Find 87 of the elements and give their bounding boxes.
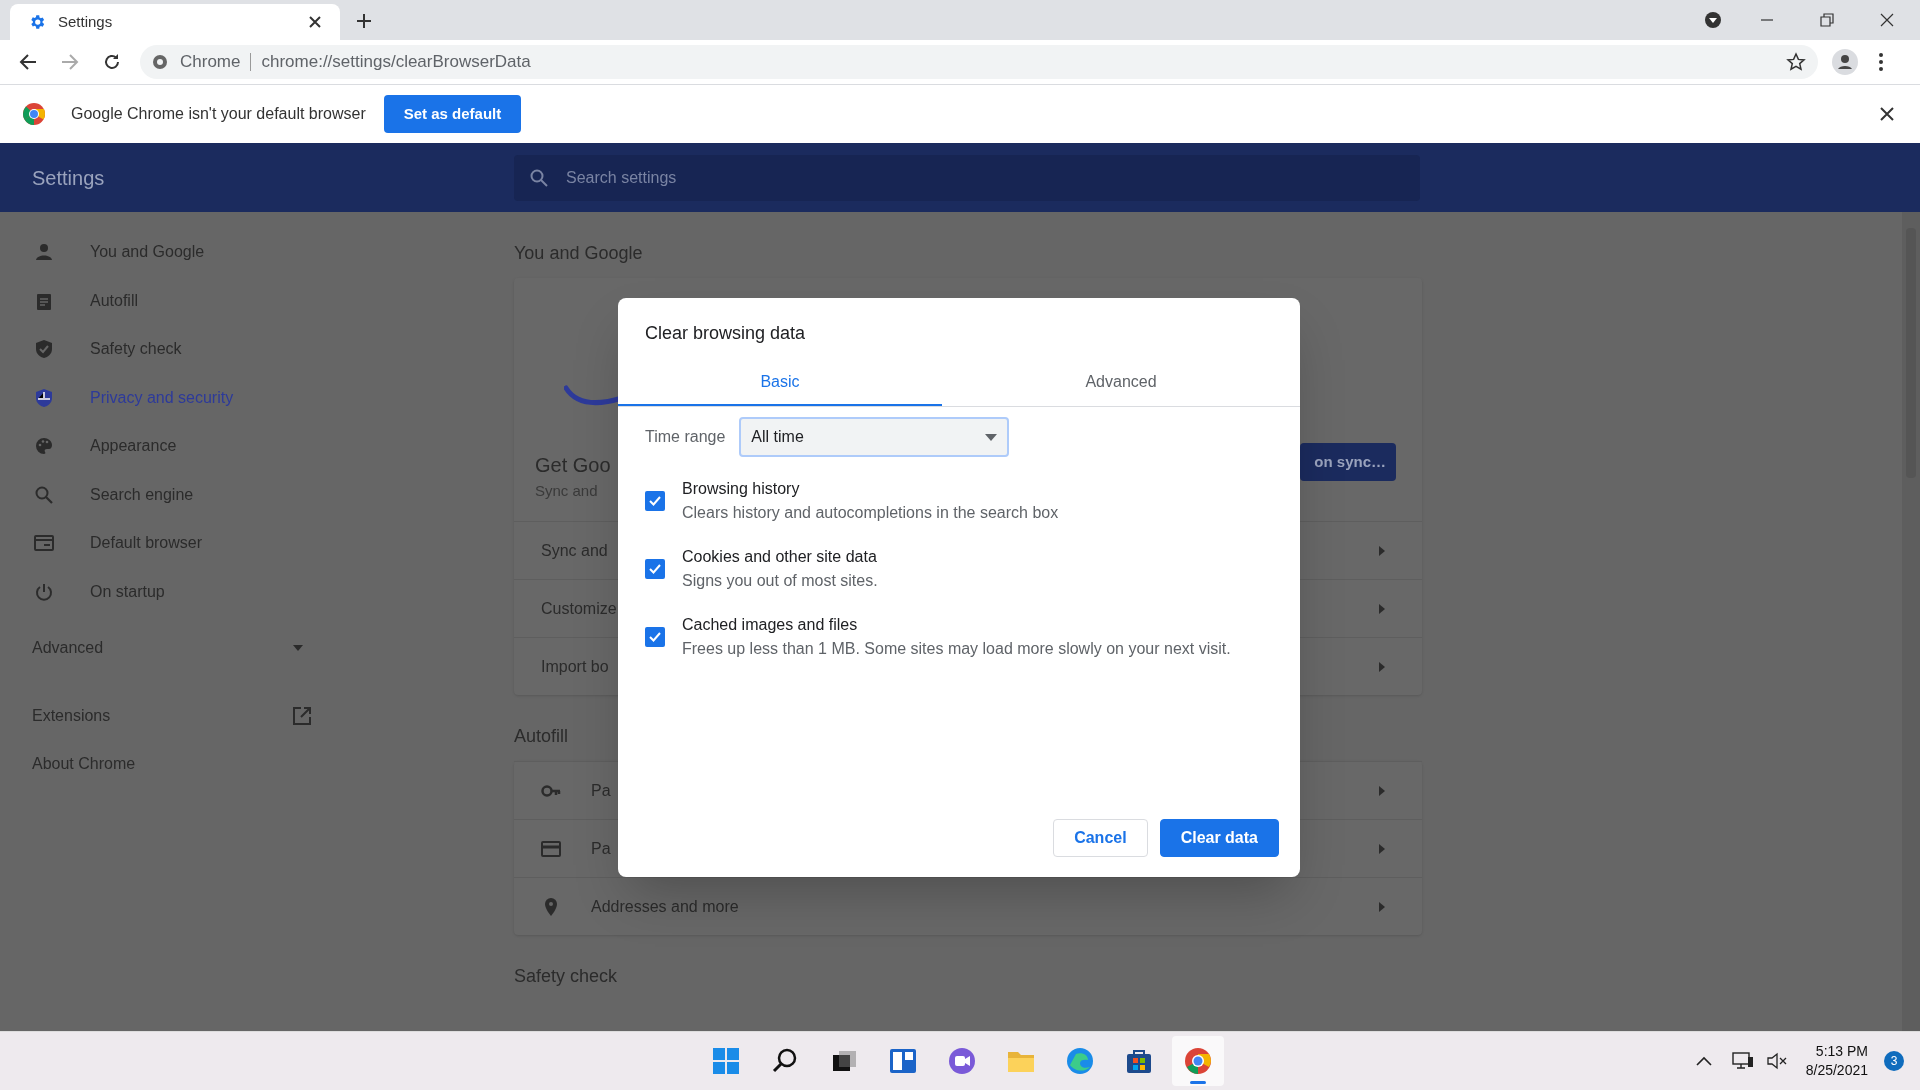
infobar-message: Google Chrome isn't your default browser [71,104,366,124]
caret-icon[interactable] [1379,603,1385,614]
address-bar[interactable]: Chrome chrome://settings/clearBrowserData [140,45,1818,79]
checkbox[interactable] [645,491,665,511]
forward-icon [60,52,80,72]
sidebar-item[interactable]: Autofill [90,288,139,313]
checkmark-icon [648,562,662,576]
palette-icon [34,436,54,457]
menu-icon[interactable] [1878,52,1884,72]
sidebar-item[interactable]: Appearance [90,434,177,459]
dialog-tab[interactable]: Basic [618,359,942,406]
power-icon [34,581,54,602]
sidebar-item[interactable]: You and Google [90,240,205,265]
notification-badge[interactable]: 3 [1884,1051,1904,1071]
sidebar-item[interactable]: Safety check [90,337,182,362]
person-icon [34,242,54,263]
url-text: chrome://settings/clearBrowserData [261,51,532,74]
option-title: Cached images and files [682,615,859,635]
section-heading: You and Google [514,242,644,265]
tab-title: Settings [58,11,114,32]
option-description: Signs you out of most sites. [682,571,878,591]
set-default-button[interactable]: Set as default [383,95,522,133]
checkmark-icon [648,494,662,508]
sidebar-link[interactable]: Extensions [32,704,292,728]
chrome-logo-icon [22,102,46,126]
clock-time[interactable]: 5:13 PM [1815,1042,1868,1061]
option-title: Browsing history [682,479,801,499]
option-title: Cookies and other site data [682,547,878,567]
muted-speaker-icon[interactable] [1765,1052,1788,1070]
sidebar-item[interactable]: On startup [90,579,165,604]
promo-title: Get Goo [535,453,611,478]
close-icon[interactable] [1880,13,1894,27]
clock-date[interactable]: 8/25/2021 [1805,1061,1868,1080]
option-description: Frees up less than 1 MB. Some sites may load more slowly on your next visit. [682,639,1231,659]
search-icon [530,168,548,187]
settings-title: Settings [32,165,106,191]
search-input[interactable]: Search settings [566,165,1404,190]
credit-card-icon [541,838,561,859]
time-range-label: Time range [645,427,726,447]
network-icon[interactable] [1731,1051,1754,1071]
sidebar-item[interactable]: Search engine [90,482,194,507]
settings-row[interactable]: Addresses and more [591,894,1379,919]
reload-icon[interactable] [102,52,122,72]
browser-tab[interactable]: Settings [10,4,340,40]
sidebar-item[interactable]: Default browser [90,531,203,556]
caret-icon[interactable] [292,644,304,652]
sidebar-link[interactable]: About Chrome [32,752,312,776]
caret-icon[interactable] [1379,843,1385,854]
clear-data-button[interactable]: Clear data [1159,819,1279,857]
search-field[interactable]: Search settings [514,154,1420,201]
dialog-title: Clear browsing data [645,322,807,345]
shield-check-icon [34,339,54,360]
caret-icon[interactable] [1379,901,1385,912]
checkbox[interactable] [645,627,665,647]
caret-icon [985,433,998,441]
time-range-dropdown[interactable]: All time [739,417,1010,457]
close-icon[interactable] [1880,107,1894,121]
section-heading: Safety check [514,965,619,988]
tab-search-icon[interactable] [1704,11,1722,29]
section-heading: Autofill [514,725,570,748]
option-description: Clears history and autocompletions in the search box [682,503,1059,523]
edge-icon [1064,1045,1096,1077]
checkbox[interactable] [645,559,665,579]
star-icon[interactable] [1786,52,1806,72]
dialog-tab[interactable]: Advanced [942,359,1300,406]
external-link-icon[interactable] [292,706,312,726]
caret-icon[interactable] [1379,785,1385,796]
close-icon[interactable] [308,15,322,29]
browser-window-icon [34,533,54,554]
sidebar-item[interactable]: Privacy and security [90,385,234,410]
back-icon[interactable] [18,52,38,72]
sync-button[interactable]: on sync… [1300,443,1396,481]
caret-icon[interactable] [1379,661,1385,672]
chat-icon [946,1045,978,1077]
caret-icon[interactable] [1379,545,1385,556]
site-label: Chrome [180,51,241,74]
chevron-up-icon[interactable] [1695,1056,1712,1066]
cancel-button[interactable]: Cancel [1053,819,1148,857]
advanced-toggle[interactable]: Advanced [32,636,292,660]
search-icon [34,484,54,505]
new-tab-icon[interactable] [356,13,372,29]
shield-icon [34,387,54,408]
start-icon [710,1045,742,1077]
profile-icon[interactable] [1832,49,1858,75]
restore-icon[interactable] [1820,13,1834,27]
checkmark-icon [648,630,662,644]
scrollbar[interactable] [1902,212,1920,1031]
